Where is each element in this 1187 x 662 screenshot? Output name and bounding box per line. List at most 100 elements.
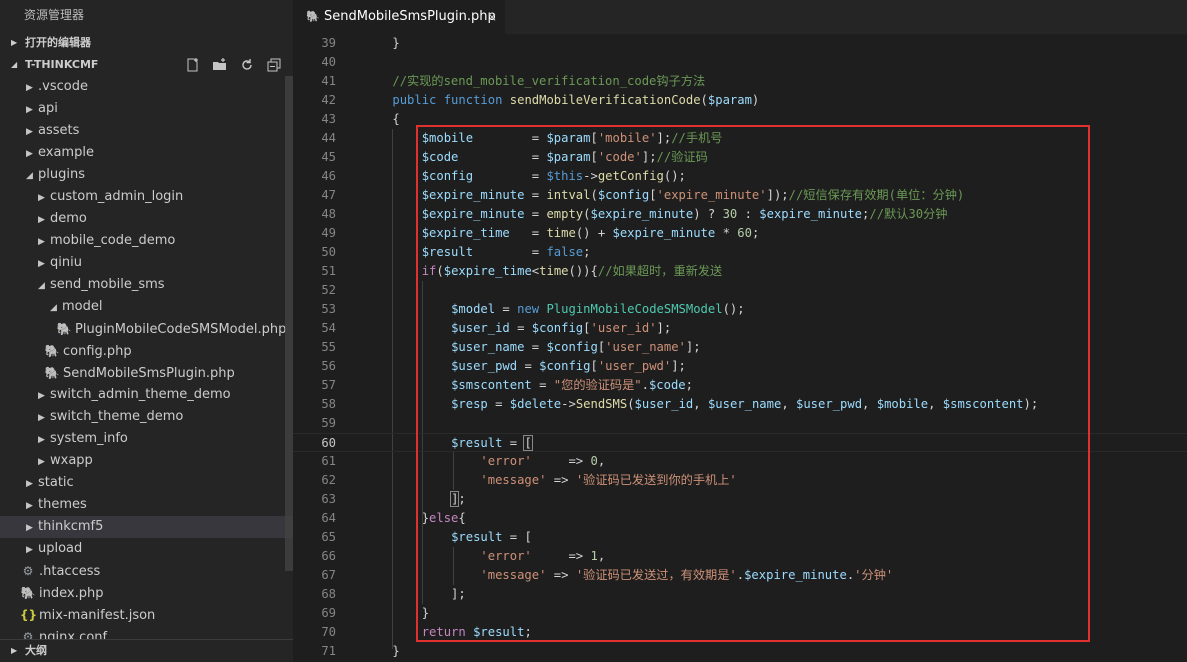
tree-item-label: switch_theme_demo [50, 409, 184, 424]
line-number: 60 [321, 436, 336, 450]
chevron-right-icon: ▶ [11, 646, 18, 655]
tree-item[interactable]: ▶ demo [0, 208, 293, 230]
line-number: 71 [321, 644, 336, 658]
code-token: = [531, 378, 554, 392]
tree-item[interactable]: ▶ qiniu [0, 252, 293, 274]
code-line[interactable]: 67 'message' => '验证码已发送过，有效期是'.$expire_m… [293, 566, 1187, 585]
project-section[interactable]: ◢ T-THINKCMF [0, 54, 293, 76]
code-token: '验证码已发送过，有效期是' [575, 568, 737, 582]
tree-item[interactable]: ▶ wxapp [0, 450, 293, 472]
code-line[interactable]: 45 $code = $param['code'];//验证码 [293, 148, 1187, 167]
code-line[interactable]: 49 $expire_time = time() + $expire_minut… [293, 224, 1187, 243]
code-line[interactable]: 70 return $result; [293, 623, 1187, 642]
code-line[interactable]: 68 ]; [293, 585, 1187, 604]
tree-item[interactable]: ▶ switch_theme_demo [0, 406, 293, 428]
code-text: $expire_time = time() + $expire_minute *… [363, 224, 760, 243]
code-line[interactable]: 62 'message' => '验证码已发送到你的手机上' [293, 471, 1187, 490]
tab-send-mobile-sms-plugin[interactable]: 🐘 SendMobileSmsPlugin.php × [293, 0, 505, 35]
tree-item[interactable]: 🐘 config.php [0, 340, 293, 362]
line-number: 61 [321, 454, 336, 468]
tree-item[interactable]: ▶ custom_admin_login [0, 186, 293, 208]
code-line[interactable]: 44 $mobile = $param['mobile'];//手机号 [293, 129, 1187, 148]
code-line[interactable]: 41 //实现的send_mobile_verification_code钩子方… [293, 72, 1187, 91]
tree-item[interactable]: {} mix-manifest.json [0, 604, 293, 626]
code-token: ]; [641, 150, 657, 164]
code-token: 30 [722, 207, 738, 221]
code-line[interactable]: 56 $user_pwd = $config['user_pwd']; [293, 357, 1187, 376]
code-line[interactable]: 54 $user_id = $config['user_id']; [293, 319, 1187, 338]
close-icon[interactable]: × [487, 1, 497, 33]
code-line[interactable]: 42 public function sendMobileVerificatio… [293, 91, 1187, 110]
tree-item-label: PluginMobileCodeSMSModel.php [75, 322, 287, 337]
code-line[interactable]: 48 $expire_minute = empty($expire_minute… [293, 205, 1187, 224]
code-token: = [495, 302, 518, 316]
tree-item[interactable]: ◢ plugins [0, 164, 293, 186]
code-token: => [531, 454, 591, 468]
tree-item[interactable]: ▶ themes [0, 494, 293, 516]
tree-item[interactable]: ▶ static [0, 472, 293, 494]
new-file-icon[interactable] [179, 54, 206, 76]
tree-item[interactable]: ▶ switch_admin_theme_demo [0, 384, 293, 406]
code-line[interactable]: 43 { [293, 110, 1187, 129]
code-line[interactable]: 57 $smscontent = "您的验证码是".$code; [293, 376, 1187, 395]
code-line[interactable]: 64 }else{ [293, 509, 1187, 528]
tree-item[interactable]: ◢ model [0, 296, 293, 318]
tree-item[interactable]: ▶ assets [0, 120, 293, 142]
code-line[interactable]: 40 [293, 53, 1187, 72]
code-line[interactable]: 47 $expire_minute = intval($config['expi… [293, 186, 1187, 205]
code-token: ]; [656, 321, 672, 335]
php-elephant-icon: 🐘 [306, 10, 320, 23]
tree-item[interactable]: ▶ example [0, 142, 293, 164]
code-line[interactable]: 69 } [293, 604, 1187, 623]
code-line[interactable]: 55 $user_name = $config['user_name']; [293, 338, 1187, 357]
tree-item[interactable]: 🐘 SendMobileSmsPlugin.php [0, 362, 293, 384]
open-editors-label: 打开的编辑器 [25, 36, 91, 49]
tree-item[interactable]: ⚙ nginx.conf [0, 626, 293, 639]
tree-item[interactable]: ▶ system_info [0, 428, 293, 450]
open-editors-section[interactable]: ▶ 打开的编辑器 [0, 32, 293, 54]
code-token: $expire_minute [744, 568, 847, 582]
code-line[interactable]: 51 if($expire_time<time()){//如果超时，重新发送 [293, 262, 1187, 281]
tree-item[interactable]: ▶ .vscode [0, 76, 293, 98]
code-line[interactable]: 63 ]; [293, 490, 1187, 509]
code-token: 'code' [597, 150, 642, 164]
code-token: $config [597, 188, 650, 202]
tree-item[interactable]: ▶ thinkcmf5 [0, 516, 293, 538]
explorer-scrollbar[interactable] [285, 76, 293, 571]
tree-item[interactable]: 🐘 index.php [0, 582, 293, 604]
collapse-all-icon[interactable] [260, 54, 287, 76]
code-line[interactable]: 46 $config = $this->getConfig(); [293, 167, 1187, 186]
code-token: = [473, 169, 547, 183]
tree-item[interactable]: ◢ send_mobile_sms [0, 274, 293, 296]
code-line[interactable]: 66 'error' => 1, [293, 547, 1187, 566]
tree-item[interactable]: 🐘 PluginMobileCodeSMSModel.php [0, 318, 293, 340]
code-line[interactable]: 65 $result = [ [293, 528, 1187, 547]
refresh-icon[interactable] [233, 54, 260, 76]
code-line[interactable]: 60 $result = [ [293, 433, 1187, 452]
code-line[interactable]: 61 'error' => 0, [293, 452, 1187, 471]
tree-item[interactable]: ▶ api [0, 98, 293, 120]
code-line[interactable]: 59 [293, 414, 1187, 433]
gear-icon: ⚙ [22, 564, 34, 578]
code-line[interactable]: 58 $resp = $delete->SendSMS($user_id, $u… [293, 395, 1187, 414]
code-line[interactable]: 52 [293, 281, 1187, 300]
code-line[interactable]: 53 $model = new PluginMobileCodeSMSModel… [293, 300, 1187, 319]
code-line[interactable]: 71 } [293, 642, 1187, 661]
line-number: 40 [321, 55, 336, 69]
code-line[interactable]: 39 } [293, 34, 1187, 53]
line-number: 62 [321, 473, 336, 487]
new-folder-icon[interactable] [206, 54, 233, 76]
code-token: ; [458, 492, 466, 506]
code-token: new [517, 302, 547, 316]
code-token: $code [421, 150, 459, 164]
code-line[interactable]: 50 $result = false; [293, 243, 1187, 262]
tree-item[interactable]: ⚙ .htaccess [0, 560, 293, 582]
tree-item[interactable]: ▶ upload [0, 538, 293, 560]
outline-section[interactable]: ▶ 大纲 [0, 639, 293, 662]
tab-label: SendMobileSmsPlugin.php [324, 9, 496, 24]
tree-item[interactable]: ▶ mobile_code_demo [0, 230, 293, 252]
code-editor[interactable]: 39 } 40 41 //实现的send_mobile_verification_c… [293, 34, 1187, 662]
